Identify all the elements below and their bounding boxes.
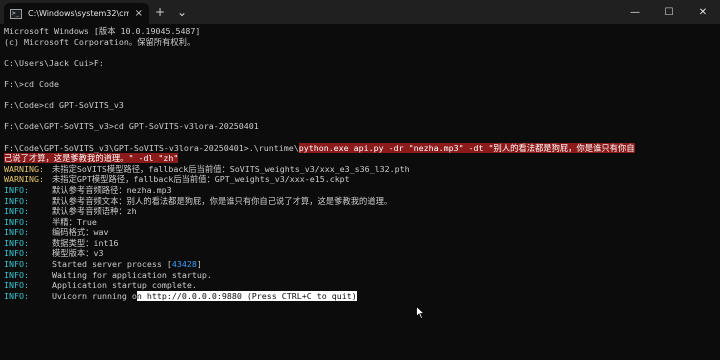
log-line: INFO: Waiting for application startup. xyxy=(4,270,716,281)
console-output[interactable]: Microsoft Windows [版本 10.0.19045.5487] (… xyxy=(4,26,716,360)
tab-cmd[interactable]: >_ C:\Windows\system32\cmd.ex × xyxy=(4,3,149,24)
log-level: INFO: xyxy=(4,227,29,238)
console-line: Microsoft Windows [版本 10.0.19045.5487] xyxy=(4,26,201,36)
minimize-button[interactable]: — xyxy=(618,0,652,24)
log-line: INFO: Uvicorn running on http://0.0.0.0:9… xyxy=(4,290,716,302)
log-level: INFO: xyxy=(4,206,29,217)
log-line: INFO: 数据类型：int16 xyxy=(4,238,716,249)
log-text: 默认参考音频语种：zh xyxy=(52,206,137,217)
console-line: (c) Microsoft Corporation。保留所有权利。 xyxy=(4,36,196,47)
tab-dropdown-button[interactable]: ⌄ xyxy=(171,0,193,24)
log-text: 默认参考音频路径：nezha.mp3 xyxy=(52,184,172,195)
command-line: F:\Code\GPT-SoVITS_v3\GPT-SoVITS-v3lora-… xyxy=(4,142,716,154)
log-line: INFO: Started server process [43428] xyxy=(4,259,716,270)
command-prefix: F:\Code\GPT-SoVITS_v3\GPT-SoVITS-v3lora-… xyxy=(4,142,299,153)
console-line: F:\Code\GPT-SoVITS_v3>cd GPT-SoVITS-v3lo… xyxy=(4,121,259,132)
log-level: INFO: xyxy=(4,216,29,227)
log-text: Waiting for application startup. xyxy=(52,269,212,280)
log-text: Uvicorn running o xyxy=(52,290,137,301)
log-level: WARNING: xyxy=(4,174,44,185)
maximize-button[interactable]: ☐ xyxy=(652,0,686,24)
log-line: INFO: Application startup complete. xyxy=(4,280,716,291)
log-text: 模型版本：v3 xyxy=(52,248,104,259)
log-text: 编码格式：wav xyxy=(52,227,109,238)
log-line: INFO: 编码格式：wav xyxy=(4,227,716,238)
log-line: INFO: 默认参考音频文本：别人的看法都是狗屁，你是谁只有你自己说了才算，这是爹… xyxy=(4,196,716,207)
log-level: INFO: xyxy=(4,237,29,248)
log-level: INFO: xyxy=(4,280,29,291)
log-line: INFO: 默认参考音频路径：nezha.mp3 xyxy=(4,185,716,196)
log-text: 未指定SoVITS模型路径，fallback后当前值：SoVITS_weight… xyxy=(52,163,410,174)
log-level: INFO: xyxy=(4,184,29,195)
console-line: F:\>cd Code xyxy=(4,78,59,89)
log-text: 未指定GPT模型路径，fallback后当前值：GPT_weights_v3/x… xyxy=(52,174,350,185)
console-line: C:\Users\Jack Cui>F: xyxy=(4,57,104,68)
tab-title: C:\Windows\system32\cmd.ex xyxy=(28,9,129,18)
log-level: INFO: xyxy=(4,248,29,259)
log-level: INFO: xyxy=(4,290,29,301)
close-button[interactable]: ✕ xyxy=(686,0,720,24)
console-line: F:\Code>cd GPT-SoVITS_v3 xyxy=(4,100,124,111)
new-tab-button[interactable]: + xyxy=(149,0,171,24)
log-level: INFO: xyxy=(4,269,29,280)
selected-text[interactable]: n http://0.0.0.0:9880 (Press CTRL+C to q… xyxy=(136,290,357,301)
title-bar: >_ C:\Windows\system32\cmd.ex × + ⌄ — ☐ … xyxy=(0,0,720,24)
log-line: INFO: 默认参考音频语种：zh xyxy=(4,206,716,217)
log-level: WARNING: xyxy=(4,163,44,174)
log-lines: WARNING: 未指定SoVITS模型路径，fallback后当前值：SoVIT… xyxy=(4,164,716,259)
log-line: INFO: 半精：True xyxy=(4,217,716,228)
log-text: 数据类型：int16 xyxy=(52,237,119,248)
command-highlight: python.exe api.py -dr "nezha.mp3" -dt "别… xyxy=(298,142,635,153)
mouse-cursor-icon xyxy=(416,306,425,319)
command-highlight: 己说了才算，这是爹教我的道理。" -dl "zh" xyxy=(4,153,179,164)
terminal-window: >_ C:\Windows\system32\cmd.ex × + ⌄ — ☐ … xyxy=(0,0,720,360)
process-id: 43428 xyxy=(171,259,197,270)
log-level: INFO: xyxy=(4,259,29,270)
log-text: ] xyxy=(196,259,202,270)
command-line-continued: 己说了才算，这是爹教我的道理。" -dl "zh" xyxy=(4,153,716,164)
log-text: Started server process [ xyxy=(52,259,172,270)
log-text: Application startup complete. xyxy=(52,280,197,291)
log-line: WARNING: 未指定GPT模型路径，fallback后当前值：GPT_weig… xyxy=(4,174,716,185)
log-line: INFO: 模型版本：v3 xyxy=(4,248,716,259)
tab-close-button[interactable]: × xyxy=(135,8,143,19)
cmd-icon: >_ xyxy=(10,8,22,19)
log-text: 半精：True xyxy=(52,216,97,227)
log-text: 默认参考音频文本：别人的看法都是狗屁，你是谁只有你自己说了才算，这是爹教我的道理… xyxy=(52,195,393,206)
window-controls: — ☐ ✕ xyxy=(618,0,720,24)
log-line: WARNING: 未指定SoVITS模型路径，fallback后当前值：SoVIT… xyxy=(4,164,716,175)
log-level: INFO: xyxy=(4,195,29,206)
